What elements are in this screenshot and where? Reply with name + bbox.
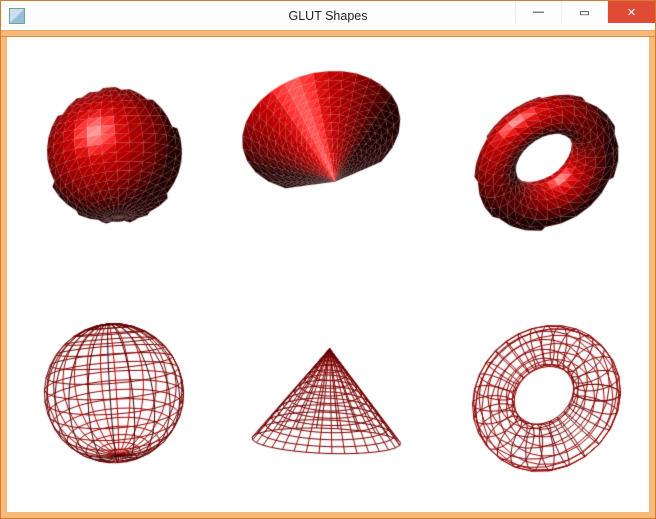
- gl-viewport: [1, 37, 655, 518]
- close-button[interactable]: ✕: [607, 1, 655, 23]
- minimize-button[interactable]: —: [515, 1, 561, 23]
- window-controls: — ▭ ✕: [515, 1, 655, 30]
- close-icon: ✕: [627, 6, 636, 19]
- app-icon: [9, 8, 25, 24]
- titlebar[interactable]: GLUT Shapes — ▭ ✕: [1, 1, 655, 31]
- maximize-button[interactable]: ▭: [561, 1, 607, 23]
- app-window: GLUT Shapes — ▭ ✕: [0, 0, 656, 519]
- render-canvas: [7, 37, 649, 512]
- minimize-icon: —: [533, 6, 544, 18]
- maximize-icon: ▭: [579, 6, 589, 19]
